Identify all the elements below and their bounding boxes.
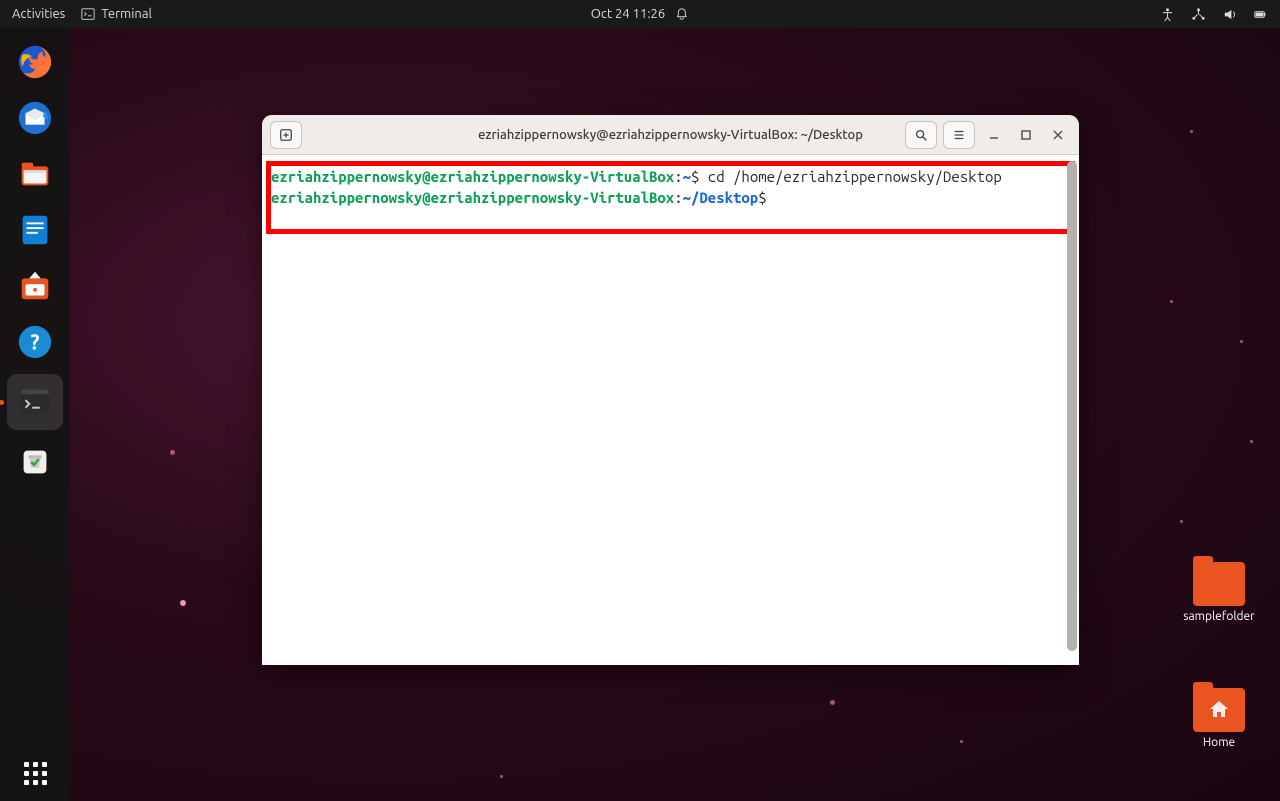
desktop-home[interactable]: Home (1174, 688, 1264, 749)
hamburger-icon (952, 128, 966, 142)
dock-help[interactable]: ? (11, 318, 59, 366)
svg-text:?: ? (30, 331, 39, 354)
prompt-path: ~ (683, 168, 691, 185)
prompt-userhost: ezriahzippernowsky@ezriahzippernowsky-Vi… (271, 168, 674, 185)
dock-terminal[interactable] (7, 374, 63, 430)
search-icon (914, 128, 928, 142)
volume-icon[interactable] (1222, 7, 1237, 22)
prompt-path: ~/Desktop (683, 189, 759, 206)
command-text: cd /home/ezriahzippernowsky/Desktop (699, 168, 1001, 185)
show-applications-button[interactable] (24, 762, 47, 785)
dock-trash[interactable] (11, 438, 59, 486)
terminal-output[interactable]: ezriahzippernowsky@ezriahzippernowsky-Vi… (262, 155, 1079, 665)
desktop-home-label: Home (1203, 736, 1235, 749)
gnome-topbar: Activities Terminal Oct 24 11:26 (0, 0, 1280, 28)
terminal-window: ezriahzippernowsky@ezriahzippernowsky-Vi… (262, 115, 1079, 665)
battery-icon[interactable] (1253, 7, 1268, 22)
desktop-folder-samplefolder[interactable]: samplefolder (1174, 562, 1264, 623)
highlighted-region: ezriahzippernowsky@ezriahzippernowsky-Vi… (266, 161, 1075, 234)
prompt-userhost: ezriahzippernowsky@ezriahzippernowsky-Vi… (271, 189, 674, 206)
close-button[interactable] (1045, 122, 1071, 148)
dock-software-center[interactable] (11, 262, 59, 310)
titlebar[interactable]: ezriahzippernowsky@ezriahzippernowsky-Vi… (262, 115, 1079, 155)
minimize-icon (988, 129, 1000, 141)
network-icon[interactable] (1191, 7, 1206, 22)
new-tab-icon (279, 128, 293, 142)
clock[interactable]: Oct 24 11:26 (591, 7, 665, 21)
close-icon (1052, 129, 1064, 141)
dock: ? (0, 28, 70, 801)
dock-thunderbird[interactable] (11, 94, 59, 142)
dock-files[interactable] (11, 150, 59, 198)
current-app-indicator[interactable]: Terminal (81, 7, 152, 21)
scrollbar[interactable] (1067, 161, 1077, 651)
search-button[interactable] (905, 121, 937, 149)
activities-button[interactable]: Activities (12, 7, 65, 21)
maximize-button[interactable] (1013, 122, 1039, 148)
desktop-folder-label: samplefolder (1183, 610, 1254, 623)
maximize-icon (1020, 129, 1032, 141)
terminal-icon (81, 7, 95, 21)
menu-button[interactable] (943, 121, 975, 149)
folder-icon (1193, 562, 1245, 606)
current-app-label: Terminal (101, 7, 152, 21)
notification-bell-icon[interactable] (675, 7, 689, 21)
dock-libreoffice-writer[interactable] (11, 206, 59, 254)
home-folder-icon (1193, 688, 1245, 732)
accessibility-icon[interactable] (1160, 7, 1175, 22)
minimize-button[interactable] (981, 122, 1007, 148)
window-title: ezriahzippernowsky@ezriahzippernowsky-Vi… (478, 128, 863, 142)
dock-firefox[interactable] (11, 38, 59, 86)
new-tab-button[interactable] (270, 121, 302, 149)
